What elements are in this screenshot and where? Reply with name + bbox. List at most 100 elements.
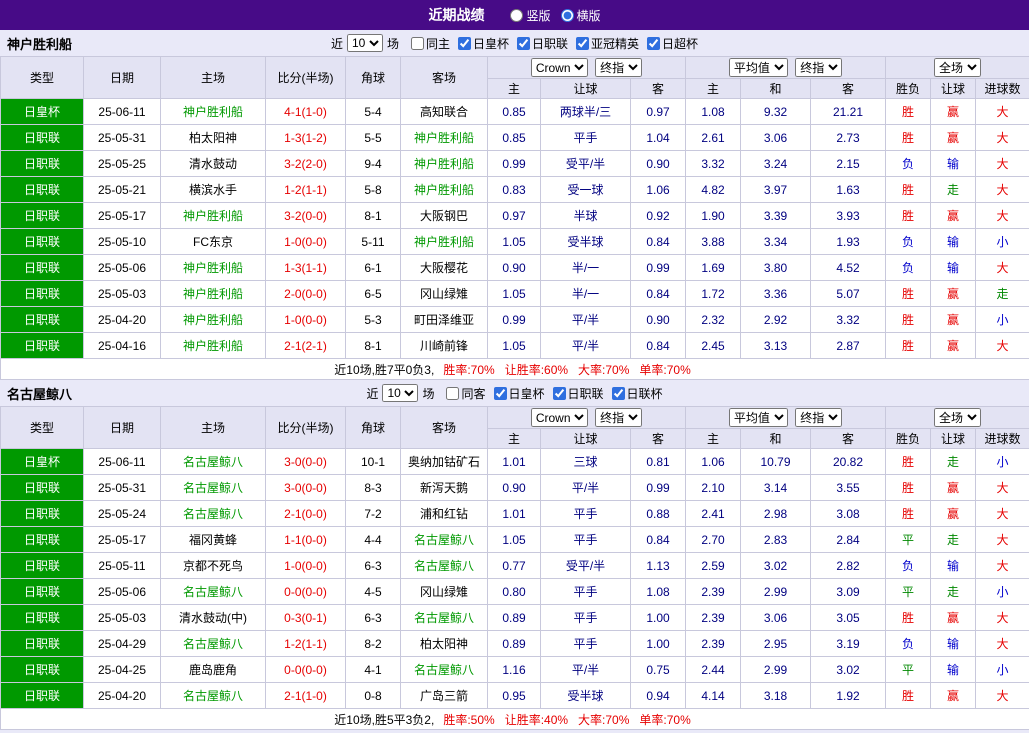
result-wdl: 胜 xyxy=(885,306,932,333)
away-team: 奥纳加钴矿石 xyxy=(400,448,488,475)
away-odds: 1.04 xyxy=(630,124,686,151)
avg-line-type-select[interactable]: 终指 xyxy=(795,58,843,77)
super-cup-checkbox[interactable]: 日超杯 xyxy=(647,35,698,52)
summary-prefix: 近10场,胜7平0负3, xyxy=(334,362,435,377)
recent-count-select[interactable]: 10 xyxy=(382,384,419,402)
horizontal-layout-radio-input[interactable] xyxy=(560,8,574,22)
away-team: 神户胜利船 xyxy=(400,176,488,203)
checkbox-label: 日皇杯 xyxy=(472,36,509,51)
handicap-line: 平手 xyxy=(540,500,631,527)
j1-league-checkbox[interactable]: 日职联 xyxy=(552,385,604,402)
vertical-layout-radio[interactable]: 竖版 xyxy=(510,7,551,24)
league-cup-checkbox-input[interactable] xyxy=(611,386,625,400)
avg-home-odds: 1.06 xyxy=(685,448,741,475)
acl-elite-checkbox[interactable]: 亚冠精英 xyxy=(576,35,639,52)
acl-elite-checkbox-input[interactable] xyxy=(576,36,590,50)
avg-draw-odds: 2.99 xyxy=(740,656,811,683)
result-handicap: 输 xyxy=(930,228,977,255)
super-cup-checkbox-input[interactable] xyxy=(647,36,661,50)
handicap-line: 平/半 xyxy=(540,474,631,501)
type-badge: 日职联 xyxy=(0,228,84,255)
handicap-line: 平手 xyxy=(540,630,631,657)
match-row: 日职联 25-05-24 名古屋鲸八 2-1(0-0) 7-2 浦和红钻 1.01 平手 0.8… xyxy=(0,500,1029,527)
away-team: 神户胜利船 xyxy=(400,150,488,177)
j1-league-checkbox[interactable]: 日职联 xyxy=(517,35,568,52)
avg-draw-odds: 3.06 xyxy=(740,604,811,631)
average-select[interactable]: 平均值 xyxy=(728,58,788,77)
col-away-odds: 客 xyxy=(630,428,686,449)
col-goals-result: 进球数 xyxy=(975,428,1029,449)
corner-score: 6-1 xyxy=(345,254,401,281)
away-team: 大阪钢巴 xyxy=(400,202,488,229)
result-wdl: 负 xyxy=(885,552,932,579)
avg-away-odds: 2.84 xyxy=(809,526,887,553)
corner-score: 8-3 xyxy=(345,474,401,501)
away-odds: 0.94 xyxy=(630,682,686,709)
filter-games-label: 场 xyxy=(422,386,435,401)
match-row: 日职联 25-05-17 福冈黄蜂 1-1(0-0) 4-4 名古屋鲸八 1.05 平手 0.8… xyxy=(0,526,1029,553)
col-home: 主场 xyxy=(160,406,266,449)
home-team: 神户胜利船 xyxy=(160,306,266,333)
j1-league-checkbox-input[interactable] xyxy=(517,36,530,50)
same-home-checkbox[interactable]: 同主 xyxy=(410,35,450,52)
bookmaker-select[interactable]: Crown xyxy=(530,58,588,77)
avg-home-odds: 4.82 xyxy=(685,176,741,203)
avg-home-odds: 2.70 xyxy=(685,526,741,553)
match-score: 2-1(0-0) xyxy=(265,500,346,527)
scope-select[interactable]: 全场 xyxy=(934,58,982,77)
col-type: 类型 xyxy=(0,406,84,449)
same-away-checkbox[interactable]: 同客 xyxy=(446,385,486,402)
same-home-checkbox-input[interactable] xyxy=(410,36,424,50)
home-team: 神户胜利船 xyxy=(160,254,266,281)
home-team: 神户胜利船 xyxy=(160,332,266,359)
away-team: 浦和红钻 xyxy=(400,500,488,527)
section-header: 神户胜利船 近 10 场 同主 日皇杯 日职联 亚冠精英 日超杯 xyxy=(0,30,1029,56)
page-title: 近期战绩 xyxy=(428,7,485,23)
j1-league-checkbox-input[interactable] xyxy=(552,386,566,400)
result-goals: 小 xyxy=(975,578,1029,605)
avg-draw-odds: 2.98 xyxy=(740,500,811,527)
handicap-line: 平/半 xyxy=(540,306,631,333)
handicap-line: 两球半/三 xyxy=(540,98,631,125)
result-wdl: 负 xyxy=(885,630,932,657)
avg-draw-odds: 3.06 xyxy=(740,124,811,151)
average-select[interactable]: 平均值 xyxy=(728,408,788,427)
bookmaker-select[interactable]: Crown xyxy=(530,408,588,427)
emperors-cup-checkbox-input[interactable] xyxy=(493,386,507,400)
home-team: 名古屋鲸八 xyxy=(160,630,266,657)
recent-count-select[interactable]: 10 xyxy=(346,34,383,52)
type-badge: 日职联 xyxy=(0,202,84,229)
avg-line-type-select[interactable]: 终指 xyxy=(795,408,843,427)
emperors-cup-checkbox-input[interactable] xyxy=(457,36,471,50)
emperors-cup-checkbox[interactable]: 日皇杯 xyxy=(457,35,509,52)
home-odds: 1.01 xyxy=(487,500,541,527)
team-section: 神户胜利船 近 10 场 同主 日皇杯 日职联 亚冠精英 日超杯 类型 日期 主场 比分… xyxy=(0,30,1029,380)
match-row: 日职联 25-05-10 FC东京 1-0(0-0) 5-11 神户胜利船 1.05 受半球 0… xyxy=(0,228,1029,255)
match-row: 日职联 25-04-20 神户胜利船 1-0(0-0) 5-3 町田泽维亚 0.99 平/半 0… xyxy=(0,306,1029,333)
horizontal-layout-radio[interactable]: 横版 xyxy=(560,7,601,24)
match-score: 1-1(0-0) xyxy=(265,526,346,553)
summary-stat: 让胜率:40% xyxy=(504,712,569,727)
match-score: 3-0(0-0) xyxy=(265,448,346,475)
emperors-cup-checkbox[interactable]: 日皇杯 xyxy=(493,385,545,402)
corner-score: 8-1 xyxy=(345,332,401,359)
match-score: 0-3(0-1) xyxy=(265,604,346,631)
home-team: 神户胜利船 xyxy=(160,280,266,307)
same-away-checkbox-input[interactable] xyxy=(446,386,460,400)
result-handicap: 赢 xyxy=(930,280,977,307)
result-handicap: 赢 xyxy=(930,682,977,709)
line-type-select[interactable]: 终指 xyxy=(595,408,643,427)
vertical-layout-radio-input[interactable] xyxy=(510,8,524,22)
home-odds: 0.95 xyxy=(487,682,541,709)
scope-select[interactable]: 全场 xyxy=(934,408,982,427)
league-cup-checkbox[interactable]: 日联杯 xyxy=(611,385,663,402)
result-wdl: 胜 xyxy=(885,604,932,631)
result-goals: 大 xyxy=(975,176,1029,203)
match-row: 日职联 25-04-20 名古屋鲸八 2-1(1-0) 0-8 广岛三箭 0.95 受半球 0.… xyxy=(0,682,1029,709)
avg-away-odds: 3.02 xyxy=(809,656,887,683)
home-odds: 0.85 xyxy=(487,98,541,125)
line-type-select[interactable]: 终指 xyxy=(595,58,643,77)
result-wdl: 负 xyxy=(885,150,932,177)
avg-away-odds: 3.19 xyxy=(809,630,887,657)
result-handicap: 赢 xyxy=(930,98,977,125)
